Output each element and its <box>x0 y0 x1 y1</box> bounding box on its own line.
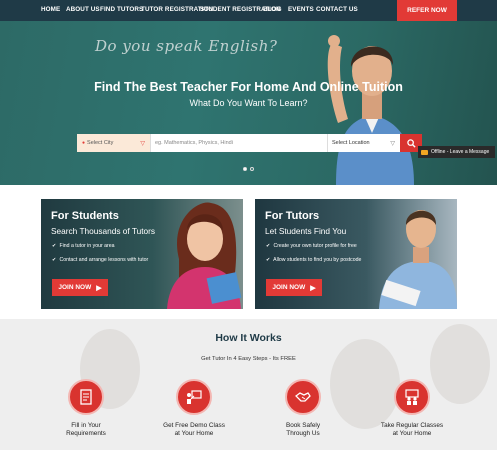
students-point-1-text: Find a tutor in your area <box>59 243 115 249</box>
chat-icon <box>421 149 428 155</box>
hero-title: Find The Best Teacher For Home And Onlin… <box>94 80 403 94</box>
slider-dots <box>243 167 254 171</box>
nav-blog[interactable]: BLOG <box>263 6 282 13</box>
step-3-line1: Book Safely <box>285 422 321 429</box>
students-point-1: ✔ Find a tutor in your area <box>52 243 115 249</box>
search-icon <box>406 138 416 148</box>
hero-subtitle: What Do You Want To Learn? <box>189 98 308 108</box>
step-2-line2: at Your Home <box>174 430 214 437</box>
students-card-title: For Students <box>51 210 119 222</box>
check-icon: ✔ <box>52 243 57 249</box>
hero-banner: Do you speak English? Find The Best Teac… <box>0 21 497 185</box>
step-4-label: Take Regular Classes at Your Home <box>367 422 457 438</box>
offline-chat-widget[interactable]: Offline - Leave a Message <box>418 146 495 158</box>
location-select-label: Select Location <box>332 140 370 146</box>
city-select-label: Select City <box>87 140 114 146</box>
tutors-point-2-text: Allow students to find you by postcode <box>273 257 362 263</box>
city-select[interactable]: ● Select City ▽ <box>77 134 150 152</box>
step-1-label: Fill in Your Requirements <box>41 422 131 438</box>
students-join-label: JOIN NOW <box>58 284 92 291</box>
students-point-2-text: Contact and arrange lessons with tutor <box>59 257 149 263</box>
search-bar: ● Select City ▽ eg. Mathematics, Physics… <box>77 134 422 152</box>
play-arrow-icon: ▶ <box>310 284 316 292</box>
tutors-card-subtitle: Let Students Find You <box>265 226 347 236</box>
step-3-label: Book Safely Through Us <box>258 422 348 438</box>
students-join-button[interactable]: JOIN NOW ▶ <box>52 279 108 296</box>
location-select[interactable]: Select Location ▽ <box>327 134 400 152</box>
check-icon: ✔ <box>266 243 271 249</box>
handshake-icon-glyph <box>295 392 311 402</box>
slider-dot[interactable] <box>250 167 254 171</box>
tutors-point-2: ✔ Allow students to find you by postcode <box>266 257 361 263</box>
slider-dot[interactable] <box>243 167 247 171</box>
student-photo <box>167 202 242 309</box>
chalkboard-text: Do you speak English? <box>95 37 278 55</box>
tutors-point-1: ✔ Create your own tutor profile for free <box>266 243 357 249</box>
presentation-icon <box>176 379 212 415</box>
step-3-line2: Through Us <box>286 430 320 437</box>
step-1-line2: Requirements <box>66 430 106 437</box>
step-4-line1: Take Regular Classes <box>380 422 444 429</box>
background-photo <box>330 339 400 429</box>
tutors-join-label: JOIN NOW <box>272 284 306 291</box>
filter-icon: ▽ <box>390 140 395 147</box>
form-icon-glyph <box>80 389 92 405</box>
how-it-works-subtitle: Get Tutor In 4 Easy Steps - Its FREE <box>201 356 296 362</box>
nav-about-us[interactable]: ABOUT US <box>66 6 100 13</box>
step-4-line2: at Your Home <box>392 430 432 437</box>
students-card: For Students Search Thousands of Tutors … <box>41 199 243 309</box>
nav-home[interactable]: HOME <box>41 6 60 13</box>
how-it-works-title: How It Works <box>215 332 282 344</box>
teaching-icon-glyph <box>405 389 419 405</box>
play-arrow-icon: ▶ <box>96 284 102 292</box>
tutor-photo <box>379 210 457 309</box>
teaching-icon <box>394 379 430 415</box>
tutors-card: For Tutors Let Students Find You ✔ Creat… <box>255 199 457 309</box>
location-pin-icon: ● <box>82 140 86 146</box>
subject-search-input[interactable]: eg. Mathematics, Physics, Hindi <box>150 134 327 152</box>
top-navigation: HOME ABOUT US FIND TUTORS TUTOR REGISTRA… <box>0 0 497 21</box>
step-1-line1: Fill in Your <box>71 422 101 429</box>
nav-contact-us[interactable]: CONTACT US <box>316 6 358 13</box>
students-point-2: ✔ Contact and arrange lessons with tutor <box>52 257 148 263</box>
handshake-icon <box>285 379 321 415</box>
tutors-point-1-text: Create your own tutor profile for free <box>273 243 357 249</box>
nav-events[interactable]: EVENTS <box>288 6 314 13</box>
offline-label: Offline - Leave a Message <box>431 149 490 155</box>
nav-find-tutors[interactable]: FIND TUTORS <box>100 6 143 13</box>
step-2-line1: Get Free Demo Class <box>163 422 225 429</box>
filter-icon: ▽ <box>140 140 145 147</box>
tutors-card-title: For Tutors <box>265 210 320 222</box>
presentation-icon-glyph <box>187 390 202 404</box>
check-icon: ✔ <box>52 257 57 263</box>
check-icon: ✔ <box>266 257 271 263</box>
tutors-join-button[interactable]: JOIN NOW ▶ <box>266 279 322 296</box>
how-it-works-section: How It Works Get Tutor In 4 Easy Steps -… <box>0 319 497 450</box>
refer-now-button[interactable]: REFER NOW <box>397 0 457 21</box>
form-icon <box>68 379 104 415</box>
students-card-subtitle: Search Thousands of Tutors <box>51 226 156 236</box>
step-2-label: Get Free Demo Class at Your Home <box>149 422 239 438</box>
